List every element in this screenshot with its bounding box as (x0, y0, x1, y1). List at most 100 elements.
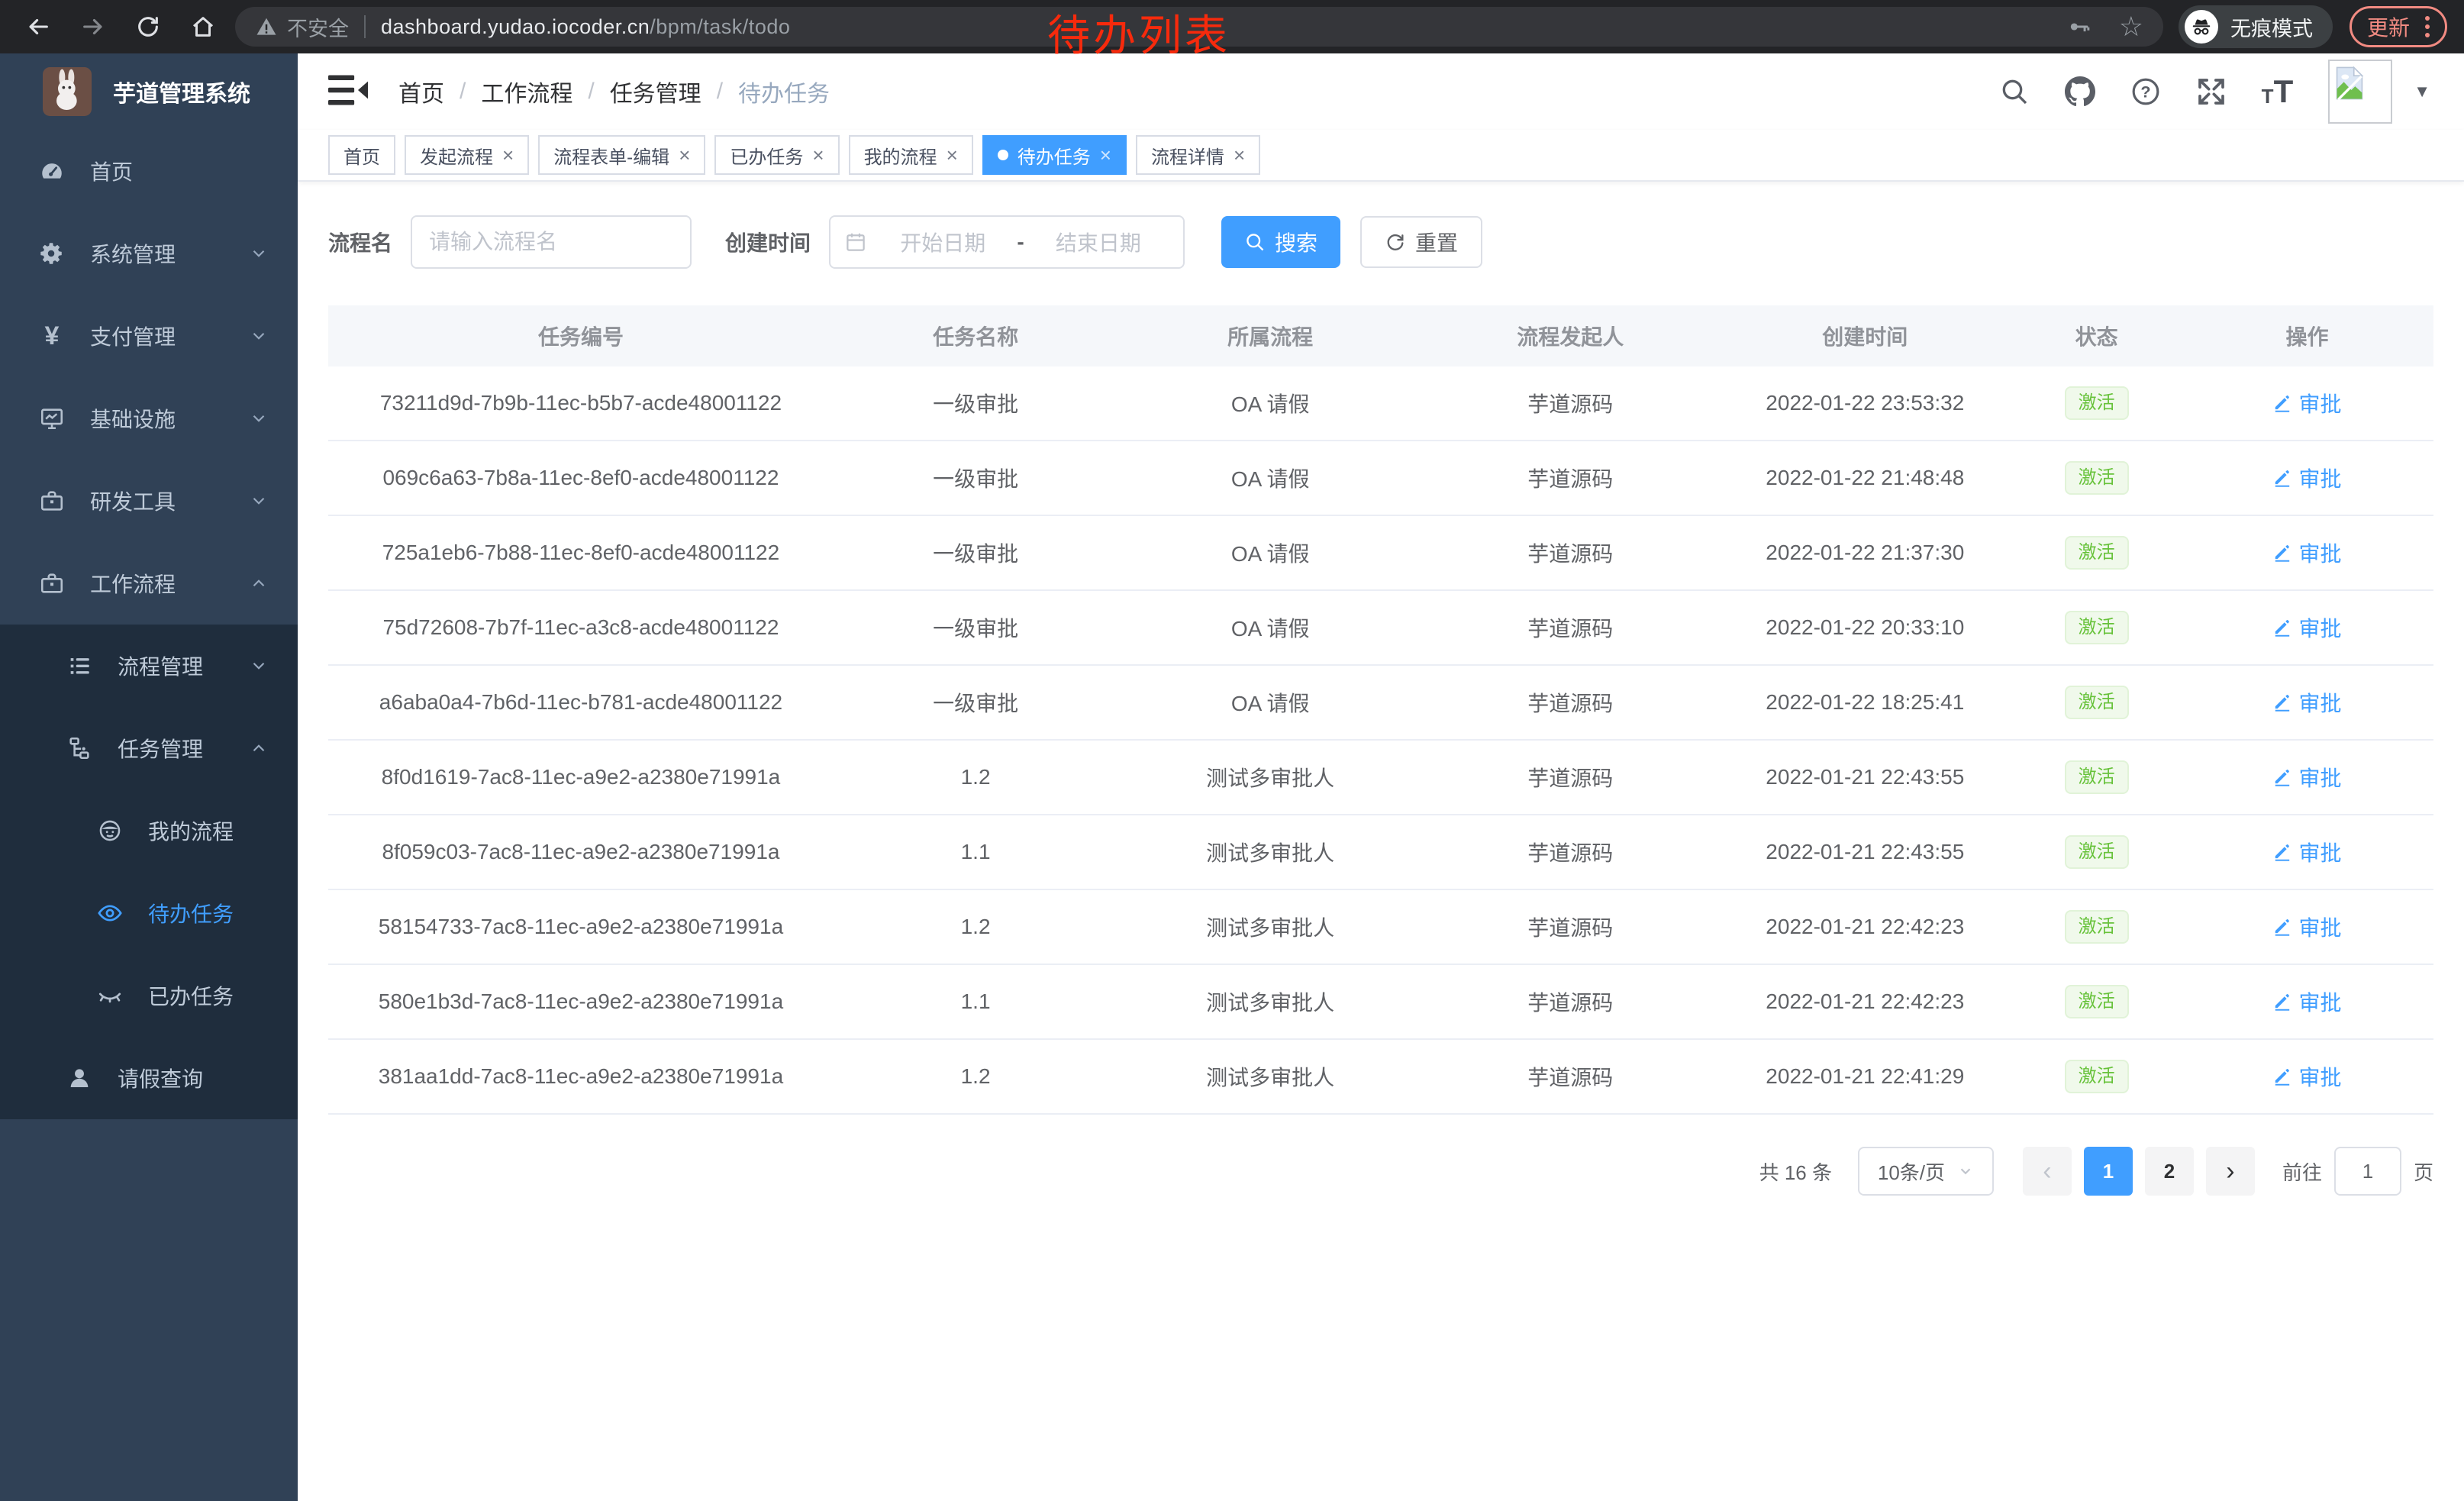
sidebar-item-home[interactable]: 首页 (0, 130, 298, 212)
search-icon[interactable] (1999, 76, 2030, 107)
font-size-icon[interactable]: TT (2262, 77, 2294, 106)
cell-initiator: 芋道源码 (1423, 1061, 1717, 1092)
cell-task-id: 73211d9d-7b9b-11ec-b5b7-acde48001122 (328, 391, 834, 415)
cell-initiator: 芋道源码 (1423, 837, 1717, 867)
briefcase-icon (37, 570, 67, 596)
approve-link[interactable]: 审批 (2272, 388, 2341, 418)
breadcrumb-item-home[interactable]: 首页 (398, 75, 444, 108)
sidebar-item-my-process[interactable]: 我的流程 (0, 789, 298, 872)
close-icon[interactable]: × (1100, 145, 1111, 165)
goto-page-input[interactable] (2334, 1147, 2401, 1196)
avatar[interactable] (2328, 60, 2392, 124)
workflow-submenu: 流程管理 任务管理 我的流程 (0, 625, 298, 1119)
close-icon[interactable]: × (947, 145, 958, 165)
sidebar-item-payment-management[interactable]: ¥ 支付管理 (0, 295, 298, 377)
dashboard-icon (37, 158, 67, 184)
main-content: 首页 / 工作流程 / 任务管理 / 待办任务 ? (298, 53, 2464, 1501)
sidebar-item-dev-tools[interactable]: 研发工具 (0, 460, 298, 542)
sidebar-item-process-management[interactable]: 流程管理 (0, 625, 298, 707)
breadcrumb-item-workflow[interactable]: 工作流程 (481, 75, 572, 108)
sidebar-item-task-management[interactable]: 任务管理 (0, 707, 298, 789)
approve-link[interactable]: 审批 (2272, 463, 2341, 493)
sidebar-item-system-management[interactable]: 系统管理 (0, 212, 298, 295)
cell-task-name: 一级审批 (834, 388, 1118, 418)
cell-initiator: 芋道源码 (1423, 687, 1717, 718)
process-name-input[interactable] (411, 215, 692, 269)
pagination: 共 16 条 10条/页 ‹ 1 2 › 前往 页 (328, 1147, 2433, 1196)
browser-back-icon[interactable] (24, 13, 52, 40)
tab-my-process[interactable]: 我的流程 × (849, 135, 973, 175)
prev-page-button[interactable]: ‹ (2023, 1147, 2072, 1196)
sidebar-item-leave-query[interactable]: 请假查询 (0, 1037, 298, 1119)
cell-task-id: 725a1eb6-7b88-11ec-8ef0-acde48001122 (328, 541, 834, 565)
sidebar-menu: 首页 系统管理 ¥ 支付管理 基础设施 (0, 130, 298, 1119)
browser-menu-icon[interactable] (2425, 16, 2430, 37)
browser-forward-icon[interactable] (79, 13, 107, 40)
yen-icon: ¥ (37, 321, 67, 351)
cell-initiator: 芋道源码 (1423, 612, 1717, 643)
tab-home[interactable]: 首页 (328, 135, 395, 175)
reset-button[interactable]: 重置 (1360, 216, 1482, 268)
search-button[interactable]: 搜索 (1221, 216, 1340, 268)
bookmark-star-icon[interactable]: ☆ (2119, 13, 2143, 40)
help-icon[interactable]: ? (2130, 76, 2161, 107)
approve-link[interactable]: 审批 (2272, 837, 2341, 867)
github-icon[interactable] (2065, 76, 2095, 107)
approve-link[interactable]: 审批 (2272, 986, 2341, 1017)
fullscreen-icon[interactable] (2196, 76, 2227, 107)
briefcase-icon (37, 488, 67, 514)
tab-done-tasks[interactable]: 已办任务 × (714, 135, 839, 175)
sidebar-item-infrastructure[interactable]: 基础设施 (0, 377, 298, 460)
sidebar-fold-icon[interactable] (328, 73, 371, 111)
address-divider (364, 15, 366, 38)
approve-link[interactable]: 审批 (2272, 912, 2341, 942)
caret-down-icon[interactable]: ▼ (2414, 82, 2430, 102)
goto-label: 前往 (2282, 1157, 2322, 1186)
close-icon[interactable]: × (502, 145, 514, 165)
cell-task-name: 一级审批 (834, 463, 1118, 493)
start-date-placeholder[interactable]: 开始日期 (872, 227, 1014, 257)
chevron-down-icon (249, 491, 269, 511)
end-date-placeholder[interactable]: 结束日期 (1027, 227, 1169, 257)
cell-task-id: 8f059c03-7ac8-11ec-a9e2-a2380e71991a (328, 840, 834, 864)
tab-process-detail[interactable]: 流程详情 × (1136, 135, 1260, 175)
approve-link[interactable]: 审批 (2272, 1061, 2341, 1092)
page-button-2[interactable]: 2 (2145, 1147, 2194, 1196)
cell-task-name: 一级审批 (834, 537, 1118, 568)
close-icon[interactable]: × (1234, 145, 1245, 165)
browser-reload-icon[interactable] (134, 13, 162, 40)
sidebar-item-done-tasks[interactable]: 已办任务 (0, 954, 298, 1037)
approve-link[interactable]: 审批 (2272, 687, 2341, 718)
cell-task-name: 1.1 (834, 989, 1118, 1014)
cell-process: 测试多审批人 (1118, 837, 1423, 867)
browser-home-icon[interactable] (189, 13, 217, 40)
cell-process: OA 请假 (1118, 388, 1423, 418)
tab-process-form-edit[interactable]: 流程表单-编辑 × (538, 135, 705, 175)
browser-nav-controls (17, 13, 224, 40)
app-logo-row[interactable]: 芋道管理系统 (0, 53, 298, 130)
table-row: 58154733-7ac8-11ec-a9e2-a2380e71991a 1.2… (328, 890, 2433, 965)
sidebar-item-workflow[interactable]: 工作流程 (0, 542, 298, 625)
status-badge: 激活 (2065, 835, 2129, 869)
browser-toolbar: 不安全 dashboard.yudao.iocoder.cn/bpm/task/… (0, 0, 2464, 53)
status-badge: 激活 (2065, 536, 2129, 570)
approve-link[interactable]: 审批 (2272, 537, 2341, 568)
date-range-picker[interactable]: 开始日期 - 结束日期 (829, 215, 1185, 269)
tab-todo-tasks[interactable]: 待办任务 × (982, 135, 1127, 175)
tab-initiate-process[interactable]: 发起流程 × (405, 135, 529, 175)
page-size-select[interactable]: 10条/页 (1858, 1147, 1994, 1196)
approve-link[interactable]: 审批 (2272, 612, 2341, 643)
page-button-1[interactable]: 1 (2084, 1147, 2133, 1196)
column-header-actions: 操作 (2181, 321, 2433, 351)
date-range-separator: - (1014, 230, 1027, 254)
approve-link[interactable]: 审批 (2272, 762, 2341, 792)
next-page-button[interactable]: › (2206, 1147, 2255, 1196)
breadcrumb-item-task-management[interactable]: 任务管理 (610, 75, 701, 108)
browser-update-button[interactable]: 更新 (2350, 6, 2447, 47)
sidebar-item-todo-tasks[interactable]: 待办任务 (0, 872, 298, 954)
chevron-down-icon (249, 656, 269, 676)
close-icon[interactable]: × (812, 145, 824, 165)
breadcrumb-separator: / (460, 79, 466, 105)
key-icon[interactable] (2067, 15, 2091, 39)
close-icon[interactable]: × (679, 145, 690, 165)
